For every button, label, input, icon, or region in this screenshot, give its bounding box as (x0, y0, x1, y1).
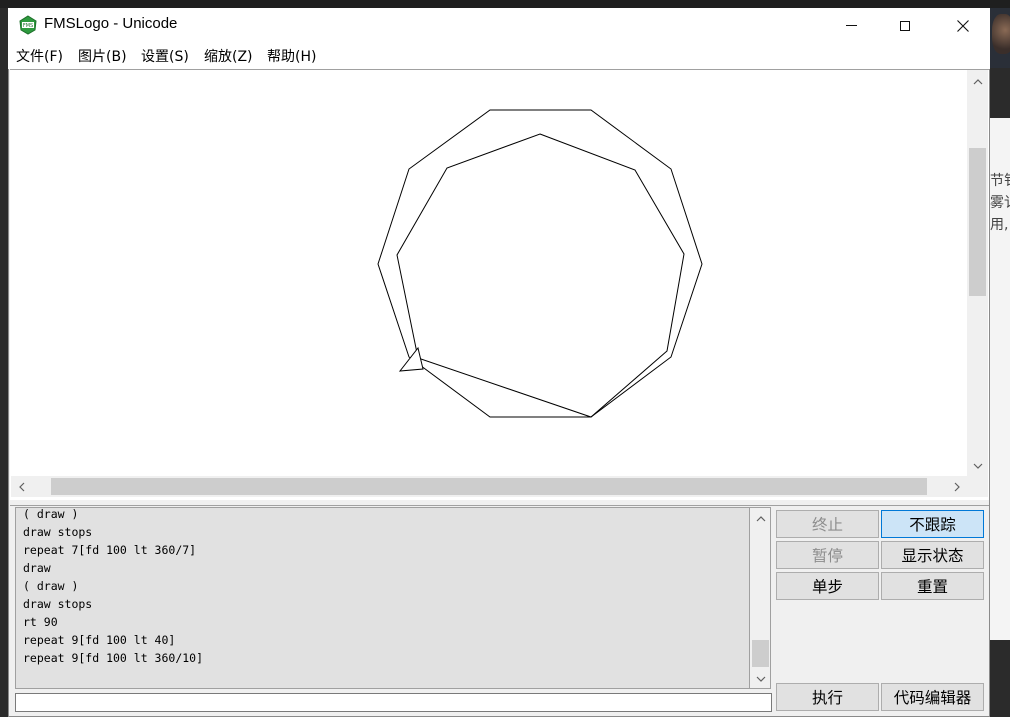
no-trace-button[interactable]: 不跟踪 (881, 510, 984, 538)
history-line[interactable]: ( draw ) (23, 508, 78, 521)
step-button[interactable]: 单步 (776, 572, 879, 600)
reset-button[interactable]: 重置 (881, 572, 984, 600)
scroll-right-icon[interactable] (948, 478, 965, 495)
avatar (992, 14, 1010, 54)
close-button[interactable] (940, 8, 986, 43)
scrollbar-corner (967, 476, 988, 497)
pane-splitter[interactable] (10, 500, 989, 506)
background-text-line: 雾讠 (990, 195, 1010, 211)
window-title: FMSLogo - Unicode (44, 15, 178, 32)
desktop-background (0, 0, 1010, 8)
background-text-line: 用, (990, 217, 1009, 233)
history-line[interactable]: ( draw ) (23, 579, 78, 593)
triangle-turtle-icon (398, 346, 424, 372)
history-line[interactable]: draw (23, 561, 51, 575)
history-line[interactable]: draw stops (23, 597, 92, 611)
history-scroll-thumb[interactable] (752, 640, 769, 667)
history-scroll-up-icon[interactable] (752, 510, 769, 527)
menu-settings[interactable]: 设置(S) (141, 46, 189, 66)
maximize-button[interactable] (882, 8, 928, 43)
history-line[interactable]: repeat 9[fd 100 lt 360/10] (23, 651, 203, 665)
history-line[interactable]: draw stops (23, 525, 92, 539)
turtle-canvas[interactable] (11, 70, 967, 476)
command-input[interactable] (15, 693, 772, 712)
code-editor-button[interactable]: 代码编辑器 (881, 683, 984, 711)
drawn-polygon-outer (377, 109, 703, 418)
pause-button[interactable]: 暂停 (776, 541, 879, 569)
history-line[interactable]: repeat 7[fd 100 lt 360/7] (23, 543, 196, 557)
scroll-left-icon[interactable] (13, 478, 30, 495)
minimize-icon (845, 25, 857, 26)
svg-text:FMS: FMS (23, 23, 33, 29)
canvas-horizontal-scroll-thumb[interactable] (51, 478, 927, 495)
status-button[interactable]: 显示状态 (881, 541, 984, 569)
close-icon (957, 19, 969, 32)
menu-file[interactable]: 文件(F) (16, 46, 63, 66)
history-scroll-down-icon[interactable] (752, 670, 769, 687)
scroll-up-icon[interactable] (969, 73, 986, 90)
fmslogo-app-icon: FMS (18, 15, 38, 35)
drawn-polygon-inner (396, 133, 685, 418)
background-app-footer (990, 640, 1010, 717)
execute-button[interactable]: 执行 (776, 683, 879, 711)
minimize-button[interactable] (828, 8, 874, 43)
canvas-vertical-scroll-thumb[interactable] (969, 148, 986, 296)
halt-button[interactable]: 终止 (776, 510, 879, 538)
history-line[interactable]: rt 90 (23, 615, 58, 629)
command-history[interactable]: ( draw ) draw stops repeat 7[fd 100 lt 3… (15, 507, 750, 689)
menu-zoom[interactable]: 缩放(Z) (204, 46, 253, 66)
menu-picture[interactable]: 图片(B) (78, 46, 127, 66)
background-app-bar (990, 68, 1010, 118)
background-text-line: 节钅 (990, 173, 1010, 189)
scroll-down-icon[interactable] (969, 457, 986, 474)
history-line[interactable]: repeat 9[fd 100 lt 40] (23, 633, 175, 647)
maximize-icon (900, 20, 910, 31)
menu-help[interactable]: 帮助(H) (267, 46, 316, 66)
